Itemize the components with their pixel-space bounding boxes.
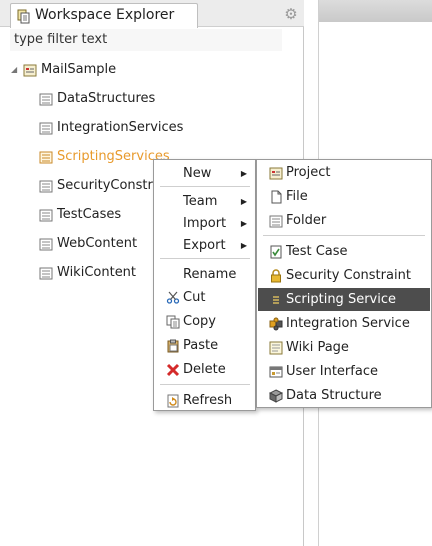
tree-item-label: TestCases (57, 207, 122, 222)
submenu-arrow-icon: ▶ (240, 219, 247, 228)
tree-root[interactable]: ◢ MailSample (0, 60, 200, 80)
menu-item-import[interactable]: Import ▶ (155, 212, 255, 235)
project-icon (269, 167, 283, 180)
expanded-twisty-icon[interactable]: ◢ (11, 66, 19, 74)
menu-item-label: Cut (183, 290, 206, 305)
project-icon (23, 64, 37, 77)
menu-item-label: Wiki Page (286, 340, 349, 355)
menu-item-new[interactable]: New ▶ (155, 162, 255, 185)
menu-item-team[interactable]: Team ▶ (155, 190, 255, 213)
user-interface-icon (269, 366, 283, 378)
tree-item-label: WebContent (57, 236, 138, 251)
menu-item-label: Refresh (183, 393, 233, 408)
menu-separator (160, 186, 250, 187)
menu-item-label: File (286, 189, 308, 204)
menu-item-cut[interactable]: Cut (155, 286, 255, 309)
submenu-item-integration-service[interactable]: Integration Service (258, 312, 430, 335)
menu-item-rename[interactable]: Rename (155, 263, 255, 286)
tree-item-label: WikiContent (57, 265, 137, 280)
tree-item-label: IntegrationServices (57, 120, 184, 135)
submenu-arrow-icon: ▶ (240, 197, 247, 206)
menu-item-label: Integration Service (286, 316, 410, 331)
menu-item-label: Rename (183, 267, 237, 282)
tree-item-securityconstraints[interactable]: SecurityConstra (0, 176, 160, 196)
menu-item-label: Export (183, 238, 226, 253)
menu-item-label: Data Structure (286, 388, 382, 403)
menu-item-export[interactable]: Export ▶ (155, 234, 255, 257)
lock-icon (271, 269, 281, 283)
puzzle-icon (269, 317, 283, 331)
menu-separator (263, 235, 425, 236)
submenu-arrow-icon: ▶ (240, 241, 247, 250)
menu-item-label: Test Case (286, 244, 348, 259)
folder-icon (39, 209, 53, 222)
tree-item-datastructures[interactable]: DataStructures (0, 89, 280, 109)
copy-icon (166, 315, 180, 329)
folder-icon (39, 238, 53, 251)
menu-item-label: Team (183, 194, 218, 209)
folder-icon (39, 180, 53, 193)
editor-header (319, 0, 432, 22)
refresh-icon (167, 394, 179, 408)
gear-icon[interactable]: ⚙ (283, 6, 299, 22)
scissors-icon (166, 291, 180, 304)
submenu-item-security-constraint[interactable]: Security Constraint (258, 264, 430, 287)
tree-item-integrationservices[interactable]: IntegrationServices (0, 118, 280, 138)
menu-item-delete[interactable]: Delete (155, 358, 255, 381)
menu-item-label: Scripting Service (286, 292, 396, 307)
folder-icon (269, 215, 283, 228)
menu-item-label: Delete (183, 362, 226, 377)
tab-workspace-explorer[interactable]: Workspace Explorer (10, 3, 198, 28)
filter-input[interactable]: type filter text (10, 29, 282, 51)
tree-item-label: DataStructures (57, 91, 156, 106)
menu-item-label: Import (183, 216, 227, 231)
tab-title: Workspace Explorer (35, 7, 175, 23)
explorer-icon (17, 9, 30, 24)
file-icon (271, 190, 282, 204)
scripting-service-icon (273, 296, 279, 304)
menu-item-label: Project (286, 165, 331, 180)
menu-item-label: User Interface (286, 364, 378, 379)
tree-item-label: SecurityConstra (57, 178, 160, 193)
wiki-page-icon (269, 341, 283, 355)
menu-separator (160, 258, 250, 259)
submenu-item-data-structure[interactable]: Data Structure (258, 384, 430, 407)
menu-item-copy[interactable]: Copy (155, 310, 255, 333)
new-submenu: Project File Folder Test Case Security C… (256, 159, 432, 408)
menu-item-label: Security Constraint (286, 268, 411, 283)
context-menu: New ▶ Team ▶ Import ▶ Export ▶ Rename Cu… (153, 159, 256, 411)
test-case-icon (270, 245, 282, 259)
tree-item-wikicontent[interactable]: WikiContent (0, 263, 150, 283)
submenu-item-wiki-page[interactable]: Wiki Page (258, 336, 430, 359)
submenu-item-test-case[interactable]: Test Case (258, 240, 430, 263)
submenu-item-folder[interactable]: Folder (258, 209, 430, 232)
folder-icon (39, 151, 53, 164)
menu-item-paste[interactable]: Paste (155, 334, 255, 357)
cube-icon (269, 389, 283, 403)
tree-item-testcases[interactable]: TestCases (0, 205, 150, 225)
folder-icon (39, 122, 53, 135)
tree-item-webcontent[interactable]: WebContent (0, 234, 150, 254)
folder-icon (39, 93, 53, 106)
menu-item-label: Copy (183, 314, 216, 329)
submenu-item-scripting-service[interactable]: Scripting Service (258, 288, 430, 311)
folder-icon (39, 267, 53, 280)
menu-item-label: Paste (183, 338, 219, 353)
delete-icon (166, 363, 180, 377)
submenu-item-project[interactable]: Project (258, 161, 430, 184)
menu-item-label: Folder (286, 213, 327, 228)
submenu-arrow-icon: ▶ (240, 169, 247, 178)
clipboard-icon (167, 339, 179, 353)
menu-item-refresh[interactable]: Refresh (155, 389, 255, 412)
submenu-item-file[interactable]: File (258, 185, 430, 208)
menu-item-label: New (183, 166, 212, 181)
tree-root-label: MailSample (41, 62, 117, 77)
tab-strip: Workspace Explorer ⚙ (0, 0, 304, 28)
menu-separator (160, 384, 250, 385)
submenu-item-user-interface[interactable]: User Interface (258, 360, 430, 383)
